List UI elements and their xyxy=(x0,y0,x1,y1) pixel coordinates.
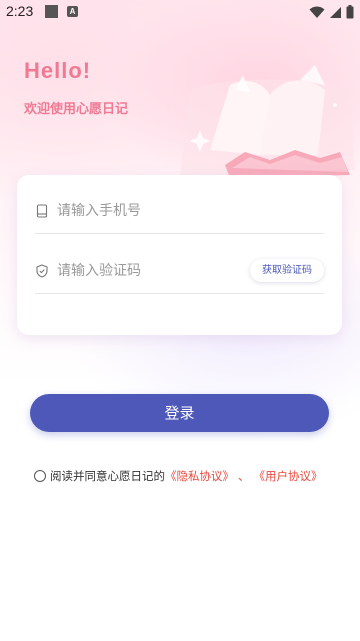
phone-icon xyxy=(36,204,48,218)
wifi-icon xyxy=(309,6,325,18)
welcome-subtitle: 欢迎使用心愿日记 xyxy=(24,102,129,117)
signal-icon xyxy=(330,6,341,18)
agreement-text: 阅读并同意心愿日记的 xyxy=(50,469,165,483)
phone-input[interactable] xyxy=(57,199,257,223)
status-icons xyxy=(309,5,354,19)
battery-icon xyxy=(346,5,354,19)
privacy-policy-link[interactable]: 《隐私协议》 xyxy=(165,468,234,484)
notification-app-icon: A xyxy=(67,6,78,17)
status-time: 2:23 xyxy=(6,3,34,19)
book-illustration xyxy=(180,65,355,178)
agreement-radio[interactable] xyxy=(34,470,46,482)
notification-square-icon xyxy=(45,5,58,18)
greeting-title: Hello! xyxy=(24,58,92,83)
login-form-card: 获取验证码 xyxy=(17,175,342,335)
status-bar: 2:23 A xyxy=(0,0,360,24)
shield-icon xyxy=(36,264,48,278)
agreement-row: 阅读并同意心愿日记的 《隐私协议》 、 《用户协议》 xyxy=(34,468,323,484)
user-agreement-link[interactable]: 《用户协议》 xyxy=(254,468,323,484)
verification-code-field: 获取验证码 xyxy=(35,249,324,294)
verification-code-input[interactable] xyxy=(57,259,217,283)
get-code-button[interactable]: 获取验证码 xyxy=(250,259,324,282)
agreement-separator: 、 xyxy=(238,469,250,483)
phone-field xyxy=(35,189,324,234)
login-button[interactable]: 登录 xyxy=(30,394,329,432)
